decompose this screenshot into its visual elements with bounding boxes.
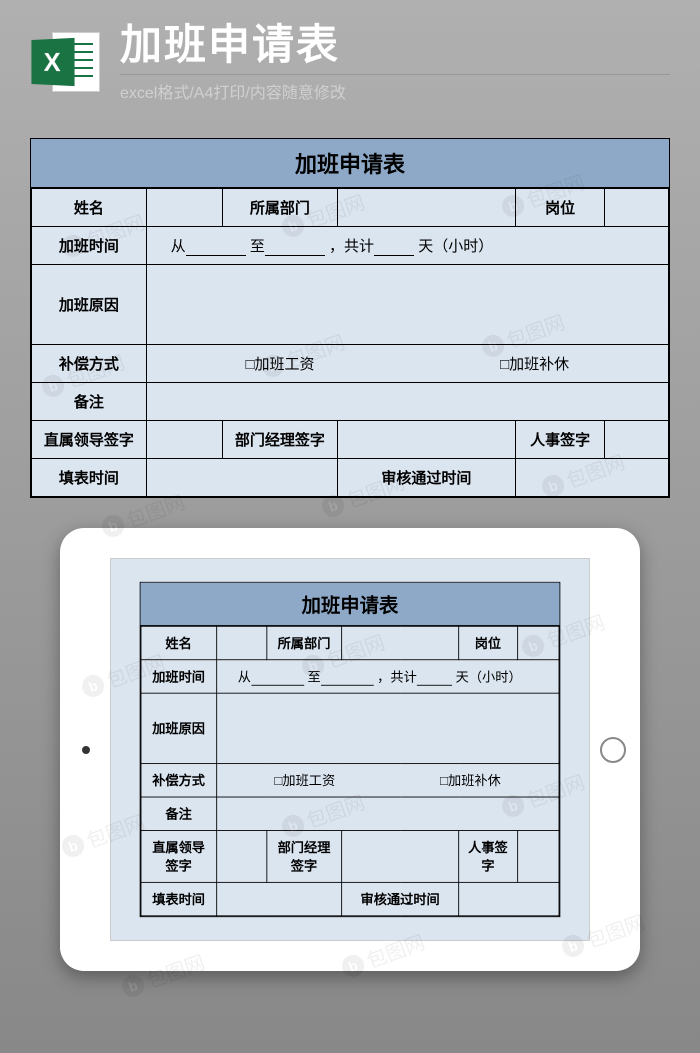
tablet-home-button-icon <box>600 737 626 763</box>
approve-time-value <box>516 459 669 497</box>
table-row: 姓名 所属部门 岗位 <box>32 189 669 227</box>
table-row: 加班时间 从 至 ，共计 天（小时） <box>141 660 559 693</box>
position-label: 岗位 <box>516 189 605 227</box>
table-row: 加班原因 <box>32 265 669 345</box>
header-title: 加班申请表 <box>120 20 670 70</box>
dept-value <box>337 189 515 227</box>
form-title: 加班申请表 <box>141 583 560 626</box>
table-row: 补偿方式 □加班工资 □加班补休 <box>32 345 669 383</box>
tablet-camera-icon <box>82 746 90 754</box>
overtime-form-main: 加班申请表 姓名 所属部门 岗位 加班时间 从 至 ，共计 天（小时） 加班原因 <box>30 138 670 498</box>
excel-icon: X <box>30 27 100 97</box>
fill-time-value <box>146 459 337 497</box>
compensation-label: 补偿方式 <box>32 345 147 383</box>
compensation-salary-option: □加班工资 <box>245 353 314 374</box>
table-row: 补偿方式 □加班工资 □加班补休 <box>141 764 559 797</box>
remark-value <box>146 383 668 421</box>
page-header: X 加班申请表 excel格式/A4打印/内容随意修改 <box>0 0 700 118</box>
overtime-time-label: 加班时间 <box>32 227 147 265</box>
direct-leader-value <box>146 421 222 459</box>
name-value <box>146 189 222 227</box>
reason-label: 加班原因 <box>32 265 147 345</box>
approve-time-label: 审核通过时间 <box>337 459 515 497</box>
table-row: 直属领导签字 部门经理签字 人事签字 <box>141 831 559 883</box>
table-row: 填表时间 审核通过时间 <box>32 459 669 497</box>
hr-value <box>605 421 669 459</box>
form-table: 姓名 所属部门 岗位 加班时间 从 至 ，共计 天（小时） <box>141 626 560 916</box>
compensation-leave-option: □加班补休 <box>500 353 569 374</box>
tablet-mockup: 加班申请表 姓名 所属部门 岗位 加班时间 从 至 <box>60 528 640 971</box>
table-row: 填表时间 审核通过时间 <box>141 883 559 916</box>
overtime-time-value: 从 至 ，共计 天（小时） <box>146 227 668 265</box>
overtime-form-preview: 加班申请表 姓名 所属部门 岗位 加班时间 从 至 <box>140 582 561 917</box>
direct-leader-label: 直属领导签字 <box>32 421 147 459</box>
form-title: 加班申请表 <box>31 139 669 188</box>
header-subtitle: excel格式/A4打印/内容随意修改 <box>120 74 670 103</box>
table-row: 直属领导签字 部门经理签字 人事签字 <box>32 421 669 459</box>
table-row: 加班原因 <box>141 694 559 764</box>
tablet-screen: 加班申请表 姓名 所属部门 岗位 加班时间 从 至 <box>110 558 590 941</box>
dept-label: 所属部门 <box>223 189 338 227</box>
hr-label: 人事签字 <box>516 421 605 459</box>
fill-time-label: 填表时间 <box>32 459 147 497</box>
position-value <box>605 189 669 227</box>
reason-value <box>146 265 668 345</box>
table-row: 加班时间 从 至 ，共计 天（小时） <box>32 227 669 265</box>
table-row: 备注 <box>32 383 669 421</box>
name-label: 姓名 <box>32 189 147 227</box>
form-table: 姓名 所属部门 岗位 加班时间 从 至 ，共计 天（小时） 加班原因 补偿方式 <box>31 188 669 497</box>
table-row: 备注 <box>141 797 559 830</box>
dept-manager-label: 部门经理签字 <box>223 421 338 459</box>
compensation-value: □加班工资 □加班补休 <box>146 345 668 383</box>
dept-manager-value <box>337 421 515 459</box>
remark-label: 备注 <box>32 383 147 421</box>
table-row: 姓名 所属部门 岗位 <box>141 627 559 660</box>
